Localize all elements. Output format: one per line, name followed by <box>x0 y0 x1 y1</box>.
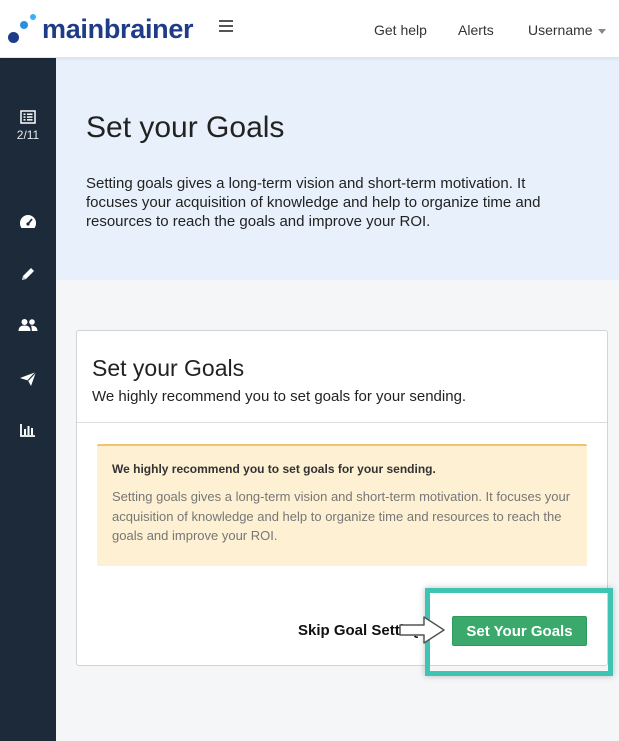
dashboard-gauge-icon <box>19 215 37 228</box>
sidebar-item-users[interactable] <box>0 318 56 332</box>
caret-down-icon <box>597 28 606 34</box>
bar-chart-icon <box>20 424 35 437</box>
card-subtitle: We highly recommend you to set goals for… <box>92 388 467 405</box>
alert-body: Setting goals gives a long-term vision a… <box>112 489 571 543</box>
get-help-link[interactable]: Get help <box>374 22 427 38</box>
alerts-link[interactable]: Alerts <box>458 22 494 38</box>
paper-plane-icon <box>20 371 37 386</box>
top-navbar: mainbrainer Get help Alerts Username <box>0 0 619 58</box>
card-header: Set your Goals We highly recommend you t… <box>77 331 607 423</box>
pointer-arrow-icon <box>399 616 445 644</box>
logo-dots-icon <box>8 13 40 45</box>
alert-heading: We highly recommend you to set goals for… <box>112 462 436 476</box>
logo-wordmark: mainbrainer <box>42 13 194 44</box>
users-icon <box>18 319 38 331</box>
username-label: Username <box>528 22 593 38</box>
recommendation-alert: We highly recommend you to set goals for… <box>97 444 587 566</box>
sidebar-item-edit[interactable] <box>0 266 56 282</box>
user-menu[interactable]: Username <box>528 22 606 38</box>
sidebar: 2/11 <box>0 58 56 741</box>
sidebar-item-dashboard[interactable] <box>0 214 56 230</box>
card-title: Set your Goals <box>92 355 245 381</box>
sidebar-item-reports[interactable] <box>0 423 56 437</box>
hamburger-menu-icon[interactable] <box>219 20 233 32</box>
mainbrainer-logo[interactable]: mainbrainer <box>8 12 194 46</box>
set-your-goals-button[interactable]: Set Your Goals <box>452 616 587 646</box>
hero-description: Setting goals gives a long-term vision a… <box>86 175 541 230</box>
progress-count: 2/11 <box>16 128 40 142</box>
sidebar-item-send[interactable] <box>0 371 56 387</box>
page-title: Set your Goals <box>86 111 285 144</box>
pencil-icon <box>22 268 34 280</box>
sidebar-item-progress[interactable]: 2/11 <box>0 110 56 142</box>
hero-banner: Set your Goals Setting goals gives a lon… <box>56 58 619 280</box>
list-icon <box>20 110 36 124</box>
